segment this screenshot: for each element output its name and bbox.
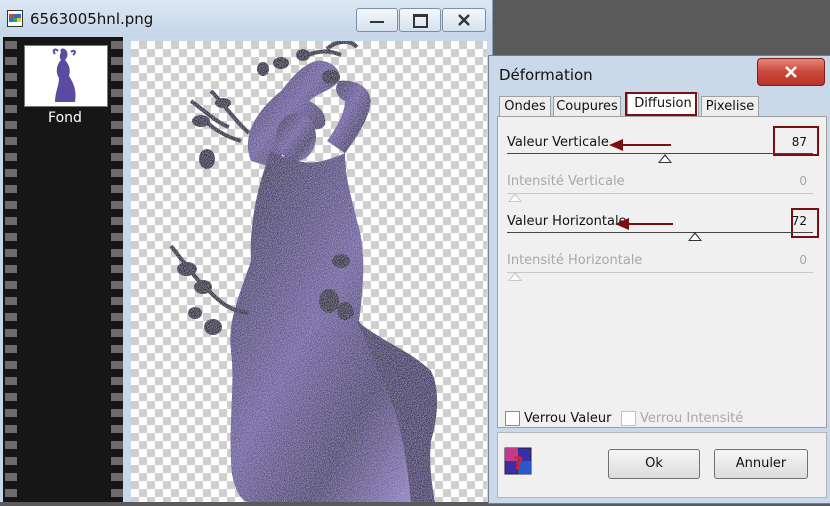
- image-window: 6563005hnl.png Fond: [0, 0, 493, 502]
- vertical-intensity-slider-thumb: [508, 193, 522, 202]
- tab-coupures[interactable]: Coupures: [553, 96, 621, 117]
- dialog-close-button[interactable]: [757, 58, 825, 86]
- annotation-arrow-1: [621, 144, 671, 146]
- minimize-button[interactable]: [356, 8, 398, 32]
- horizontal-intensity-field: 0: [799, 253, 807, 267]
- annotation-arrow-1-head: [609, 139, 623, 151]
- deformation-dialog: Déformation Ondes Coupures Diffusion Pix…: [488, 55, 830, 504]
- ok-button[interactable]: Ok: [608, 449, 700, 479]
- help-icon[interactable]: ?: [504, 447, 532, 475]
- maximize-button[interactable]: [399, 8, 441, 32]
- lock-intensity-label: Verrou Intensité: [640, 411, 744, 426]
- layer-thumbnail-image: [25, 46, 107, 106]
- image-window-title: 6563005hnl.png: [30, 10, 154, 28]
- tab-pixelise[interactable]: Pixelise: [701, 96, 759, 117]
- lock-value-checkbox[interactable]: [505, 411, 520, 426]
- annotation-arrow-2: [627, 223, 673, 225]
- layer-name[interactable]: Fond: [24, 110, 106, 126]
- image-canvas[interactable]: [131, 40, 487, 502]
- horizontal-intensity-slider-track: [507, 272, 813, 273]
- film-perforation-left: [5, 37, 17, 502]
- cancel-button[interactable]: Annuler: [714, 449, 808, 479]
- tab-ondes[interactable]: Ondes: [499, 96, 551, 117]
- close-button[interactable]: [442, 8, 486, 32]
- svg-text:?: ?: [513, 453, 523, 474]
- image-file-icon: [7, 10, 23, 27]
- vertical-intensity-field: 0: [799, 174, 807, 188]
- vertical-value-label: Valeur Verticale: [507, 135, 609, 150]
- horizontal-value-slider-thumb[interactable]: [688, 232, 702, 241]
- vertical-value-highlight: [773, 126, 819, 156]
- close-icon: [785, 66, 797, 78]
- maximize-icon: [413, 14, 428, 28]
- horizontal-value-label: Valeur Horizontale: [507, 214, 627, 229]
- lock-intensity-checkbox: [621, 411, 636, 426]
- horizontal-value-slider-track[interactable]: [507, 232, 813, 233]
- diffusion-tab-highlight: [625, 92, 697, 116]
- dialog-title: Déformation: [499, 66, 593, 84]
- horizontal-value-highlight: [791, 208, 819, 238]
- vertical-intensity-label: Intensité Verticale: [507, 174, 625, 189]
- film-perforation-right: [111, 37, 123, 502]
- woman-silhouette-image: [169, 40, 438, 502]
- minimize-icon: [370, 21, 384, 23]
- lock-value-label[interactable]: Verrou Valeur: [524, 411, 611, 426]
- horizontal-intensity-slider-thumb: [508, 272, 522, 281]
- close-icon: [458, 14, 470, 26]
- vertical-value-slider-thumb[interactable]: [658, 154, 672, 163]
- vertical-intensity-slider-track: [507, 193, 813, 194]
- image-window-titlebar[interactable]: 6563005hnl.png: [0, 0, 492, 37]
- horizontal-intensity-label: Intensité Horizontale: [507, 253, 643, 268]
- layer-thumbnail[interactable]: [24, 45, 108, 107]
- annotation-arrow-2-head: [615, 218, 629, 230]
